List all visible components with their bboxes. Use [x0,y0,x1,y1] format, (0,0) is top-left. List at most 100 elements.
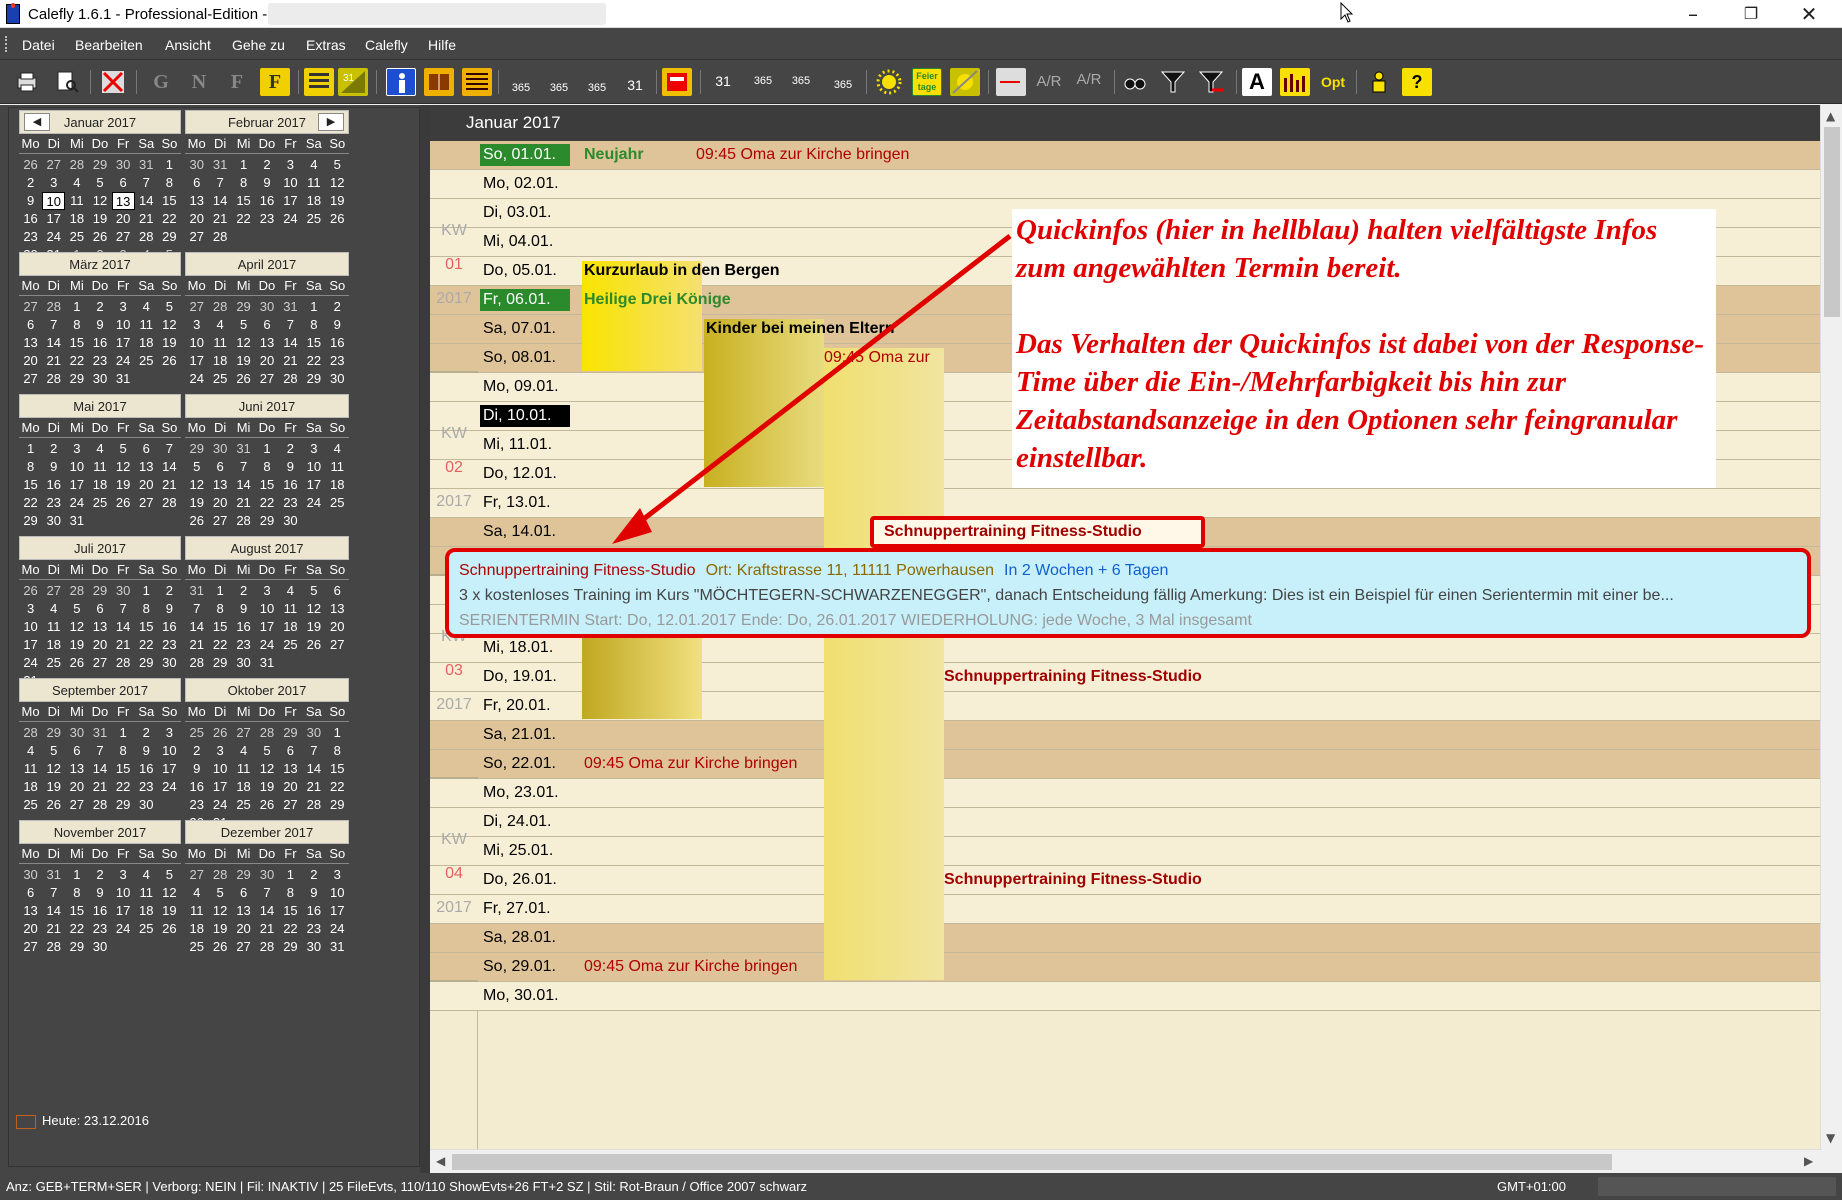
day-cell[interactable]: 27 [185,228,208,246]
day-cell[interactable]: 16 [255,192,278,210]
day-cell[interactable]: 24 [279,210,302,228]
day-cell[interactable]: 15 [19,476,42,494]
day-cell[interactable]: 27 [88,654,111,672]
day-cell[interactable]: 29 [279,938,302,956]
feiertage-icon[interactable]: Feier tage [912,68,942,96]
day-cell[interactable]: 3 [326,866,349,884]
day-cell[interactable]: 13 [279,760,302,778]
day-cell[interactable]: 25 [232,796,255,814]
day-cell[interactable]: 1 [208,582,231,600]
help-icon[interactable]: ? [1402,68,1432,96]
day-cell[interactable]: 17 [65,476,88,494]
day-cell[interactable]: 28 [279,370,302,388]
day-cell[interactable]: 30 [302,724,325,742]
day-cell[interactable]: 25 [19,796,42,814]
day-cell[interactable]: 29 [208,654,231,672]
day-cell[interactable]: 27 [112,228,135,246]
day-cell[interactable]: 27 [185,866,208,884]
day-cell[interactable]: 24 [255,636,278,654]
day-cell[interactable]: 18 [208,352,231,370]
day-cell[interactable]: 31 [42,866,65,884]
day-cell[interactable]: 2 [302,866,325,884]
day-cell[interactable]: 23 [42,494,65,512]
day-cell[interactable]: 9 [135,742,158,760]
day-cell[interactable]: 30 [302,938,325,956]
mini-calendar-header[interactable]: September 2017 [19,678,181,702]
day-cell[interactable]: 25 [135,352,158,370]
day-cell[interactable]: 27 [19,370,42,388]
agenda-row[interactable]: Sa, 21.01. [430,721,1822,750]
agenda-row[interactable]: Mi, 25.01. [430,837,1822,866]
day-cell[interactable]: 21 [208,210,231,228]
day-cell[interactable]: 7 [112,600,135,618]
day-cell[interactable]: 29 [135,654,158,672]
event-bar-oma-week[interactable] [824,348,944,980]
day-cell[interactable]: 17 [112,902,135,920]
day-cell[interactable]: 6 [112,174,135,192]
day-cell[interactable]: 19 [302,618,325,636]
day-cell[interactable]: 22 [158,210,181,228]
day-cell[interactable]: 11 [302,174,325,192]
day-cell[interactable]: 16 [232,618,255,636]
day-cell[interactable]: 12 [42,760,65,778]
day-cell[interactable]: 28 [42,938,65,956]
day-cell[interactable]: 29 [232,866,255,884]
day-cell[interactable]: 30 [279,512,302,530]
day-cell[interactable]: 31 [208,156,231,174]
day-cell[interactable]: 29 [279,724,302,742]
day-cell[interactable]: 26 [208,724,231,742]
day-cell[interactable]: 30 [208,440,231,458]
day-cell[interactable]: 29 [185,440,208,458]
day-cell[interactable]: 26 [326,210,349,228]
day-cell[interactable]: 20 [255,352,278,370]
day-cell[interactable]: 24 [42,228,65,246]
day-cell[interactable]: 24 [302,494,325,512]
day-cell[interactable]: 22 [232,210,255,228]
day-cell[interactable]: 21 [255,920,278,938]
day-cell[interactable]: 12 [158,316,181,334]
day-cell[interactable]: 31 [185,582,208,600]
day-cell[interactable]: 10 [158,742,181,760]
day-cell[interactable]: 1 [326,724,349,742]
pane-splitter[interactable] [420,105,430,1173]
event-oma-kirche[interactable]: 09:45 Oma zur Kirche bringen [696,146,909,164]
day-cell[interactable]: 31 [255,654,278,672]
day-cell[interactable]: 7 [135,174,158,192]
day-cell[interactable]: 15 [112,760,135,778]
day-cell[interactable]: 5 [158,866,181,884]
day-cell[interactable]: 8 [208,600,231,618]
today-indicator[interactable]: Heute: 23.12.2016 [16,1113,149,1129]
day-cell[interactable]: 7 [42,884,65,902]
day-cell[interactable]: 4 [302,156,325,174]
day-cell[interactable]: 19 [42,778,65,796]
day-cell[interactable]: 27 [185,298,208,316]
day-cell[interactable]: 14 [255,902,278,920]
day-cell[interactable]: 17 [19,636,42,654]
day-cell[interactable]: 10 [279,174,302,192]
day-cell[interactable]: 20 [232,920,255,938]
day-cell[interactable]: 7 [42,316,65,334]
day-cell[interactable]: 5 [158,298,181,316]
day-cell[interactable]: 2 [88,298,111,316]
f-bold-icon[interactable]: F [260,68,290,96]
day-cell[interactable]: 1 [158,156,181,174]
day-cell[interactable]: 20 [112,210,135,228]
event-kurzurlaub[interactable]: Kurzurlaub in den Bergen [584,262,780,280]
day-cell[interactable]: 1 [112,724,135,742]
day-cell[interactable]: 22 [19,494,42,512]
day-cell[interactable]: 14 [302,760,325,778]
day-cell[interactable]: 18 [232,778,255,796]
day-cell[interactable]: 28 [65,582,88,600]
day-cell[interactable]: 31 [279,298,302,316]
filter-off-icon[interactable] [1196,68,1226,96]
back-365c-icon[interactable]: 365 [582,68,612,96]
menu-ansicht[interactable]: Ansicht [165,37,211,53]
day-cell[interactable]: 17 [112,334,135,352]
day-cell[interactable]: 31 [65,512,88,530]
day-cell[interactable]: 1 [135,582,158,600]
day-cell[interactable]: 1 [255,440,278,458]
day-cell[interactable]: 1 [232,156,255,174]
day-cell[interactable]: 15 [135,618,158,636]
agenda-row[interactable]: Mo, 02.01. [430,170,1822,199]
day-cell[interactable]: 24 [112,352,135,370]
